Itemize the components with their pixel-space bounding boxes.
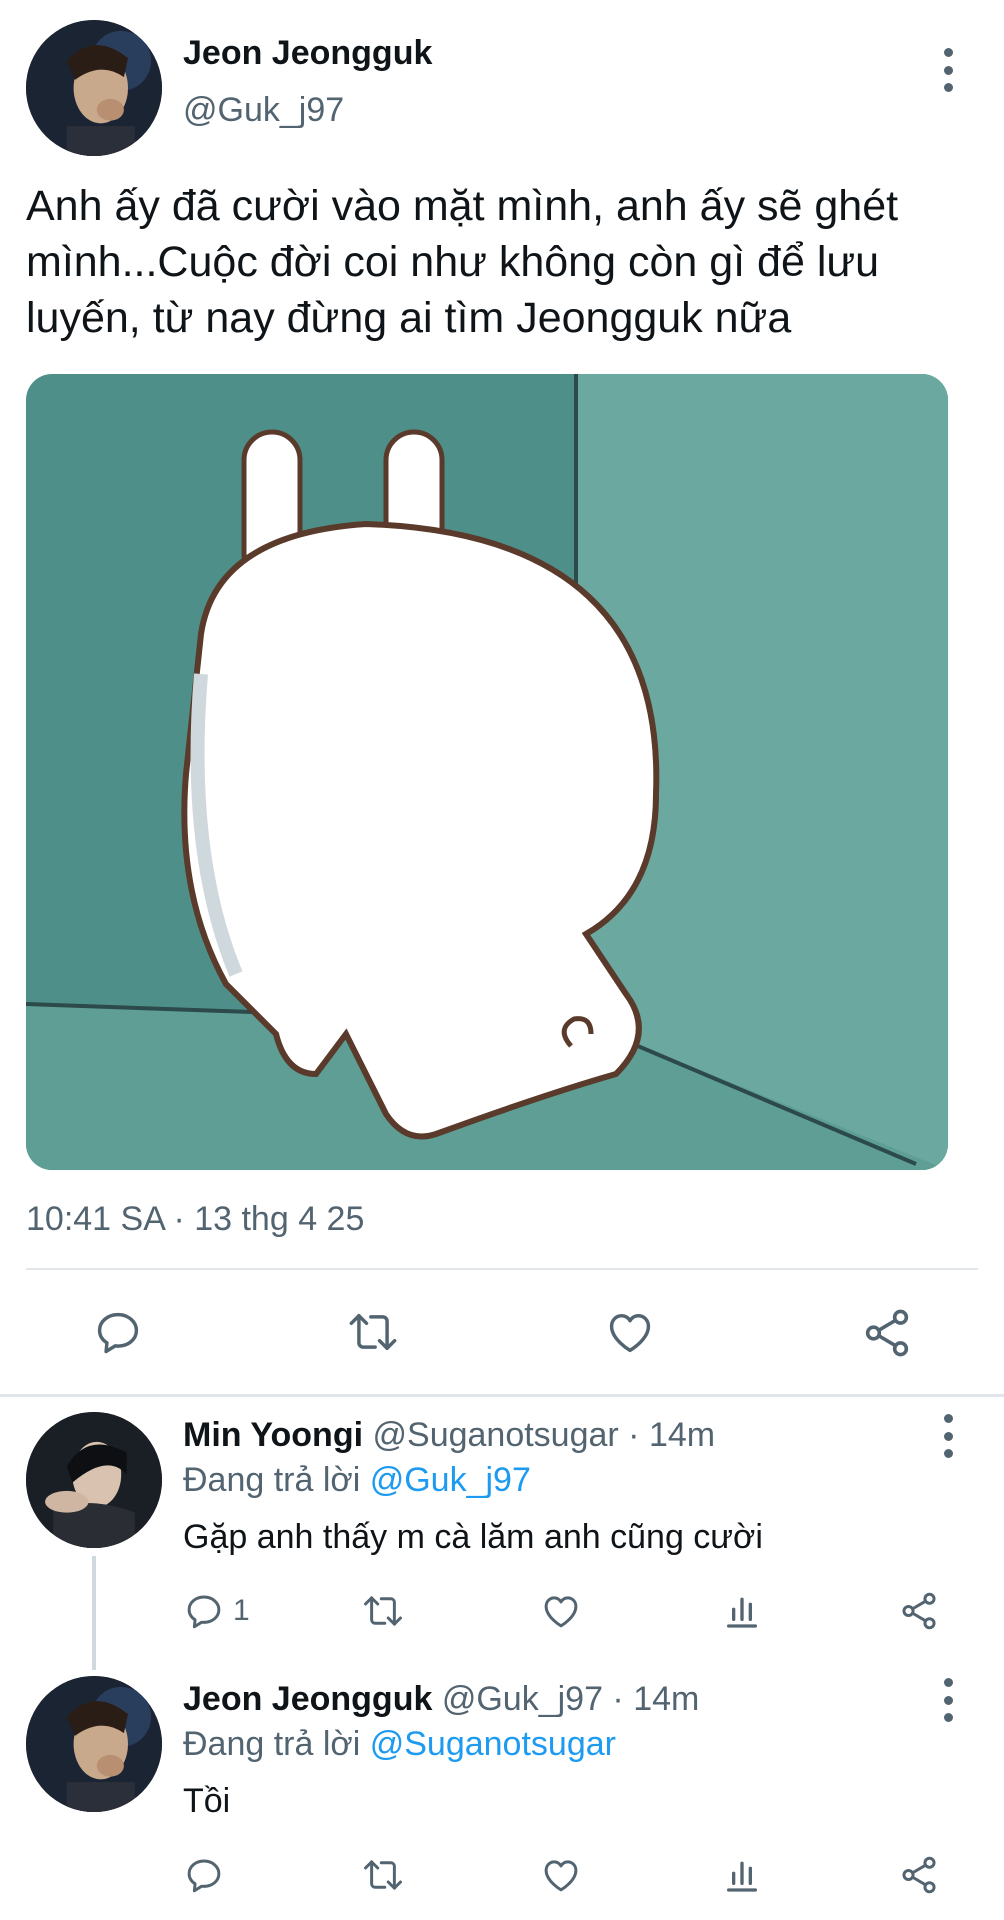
more-options-icon[interactable] bbox=[936, 1414, 960, 1458]
analytics-icon[interactable] bbox=[722, 1590, 762, 1632]
reply-icon[interactable] bbox=[183, 1854, 225, 1896]
like-icon[interactable] bbox=[540, 1854, 582, 1896]
replying-prefix: Đang trả lời bbox=[183, 1725, 361, 1763]
retweet-icon[interactable] bbox=[360, 1590, 406, 1632]
divider-timestamp bbox=[26, 1268, 978, 1270]
reply-handle-time[interactable]: @Suganotsugar · 14m bbox=[373, 1416, 716, 1454]
more-options-icon[interactable] bbox=[936, 48, 960, 92]
like-icon[interactable] bbox=[604, 1306, 656, 1358]
retweet-icon[interactable] bbox=[344, 1306, 402, 1358]
author-avatar[interactable] bbox=[26, 20, 162, 156]
analytics-icon[interactable] bbox=[722, 1854, 762, 1896]
tweet-text: Anh ấy đã cười vào mặt mình, anh ấy sẽ g… bbox=[26, 182, 899, 342]
reply-author-name[interactable]: Jeon Jeongguk bbox=[183, 1680, 432, 1718]
tweet-media[interactable] bbox=[26, 374, 948, 1170]
reply-avatar[interactable] bbox=[26, 1412, 162, 1548]
reply-count: 1 bbox=[233, 1594, 250, 1627]
share-icon[interactable] bbox=[898, 1854, 940, 1896]
like-icon[interactable] bbox=[540, 1590, 582, 1632]
share-icon[interactable] bbox=[860, 1306, 914, 1360]
author-handle[interactable]: @Guk_j97 bbox=[183, 90, 344, 130]
thread-connector-line bbox=[92, 1556, 96, 1670]
replying-to-link[interactable]: @Guk_j97 bbox=[370, 1461, 531, 1499]
replying-to-link[interactable]: @Suganotsugar bbox=[370, 1725, 616, 1763]
reply-header: Min Yoongi @Suganotsugar · 14m bbox=[183, 1415, 715, 1455]
reply-author-name[interactable]: Min Yoongi bbox=[183, 1416, 363, 1454]
reply-header: Jeon Jeongguk @Guk_j97 · 14m bbox=[183, 1679, 699, 1719]
reply-text: Tồi bbox=[183, 1782, 231, 1820]
tweet-timestamp[interactable]: 10:41 SA · 13 thg 4 25 bbox=[26, 1199, 364, 1239]
reply-icon[interactable] bbox=[92, 1306, 144, 1358]
more-options-icon[interactable] bbox=[936, 1678, 960, 1722]
reply-avatar[interactable] bbox=[26, 1676, 162, 1812]
reply-text: Gặp anh thấy m cà lăm anh cũng cười bbox=[183, 1518, 763, 1556]
replying-to: Đang trả lời @Guk_j97 bbox=[183, 1460, 531, 1500]
retweet-icon[interactable] bbox=[360, 1854, 406, 1896]
author-name[interactable]: Jeon Jeongguk bbox=[183, 33, 432, 73]
share-icon[interactable] bbox=[898, 1590, 940, 1632]
reply-icon[interactable]: 1 bbox=[183, 1590, 250, 1632]
replying-to: Đang trả lời @Suganotsugar bbox=[183, 1724, 616, 1764]
reply-handle-time[interactable]: @Guk_j97 · 14m bbox=[442, 1680, 700, 1718]
replying-prefix: Đang trả lời bbox=[183, 1461, 361, 1499]
divider-section bbox=[0, 1394, 1004, 1397]
sad-white-bunny-sticker-icon bbox=[26, 374, 948, 1170]
